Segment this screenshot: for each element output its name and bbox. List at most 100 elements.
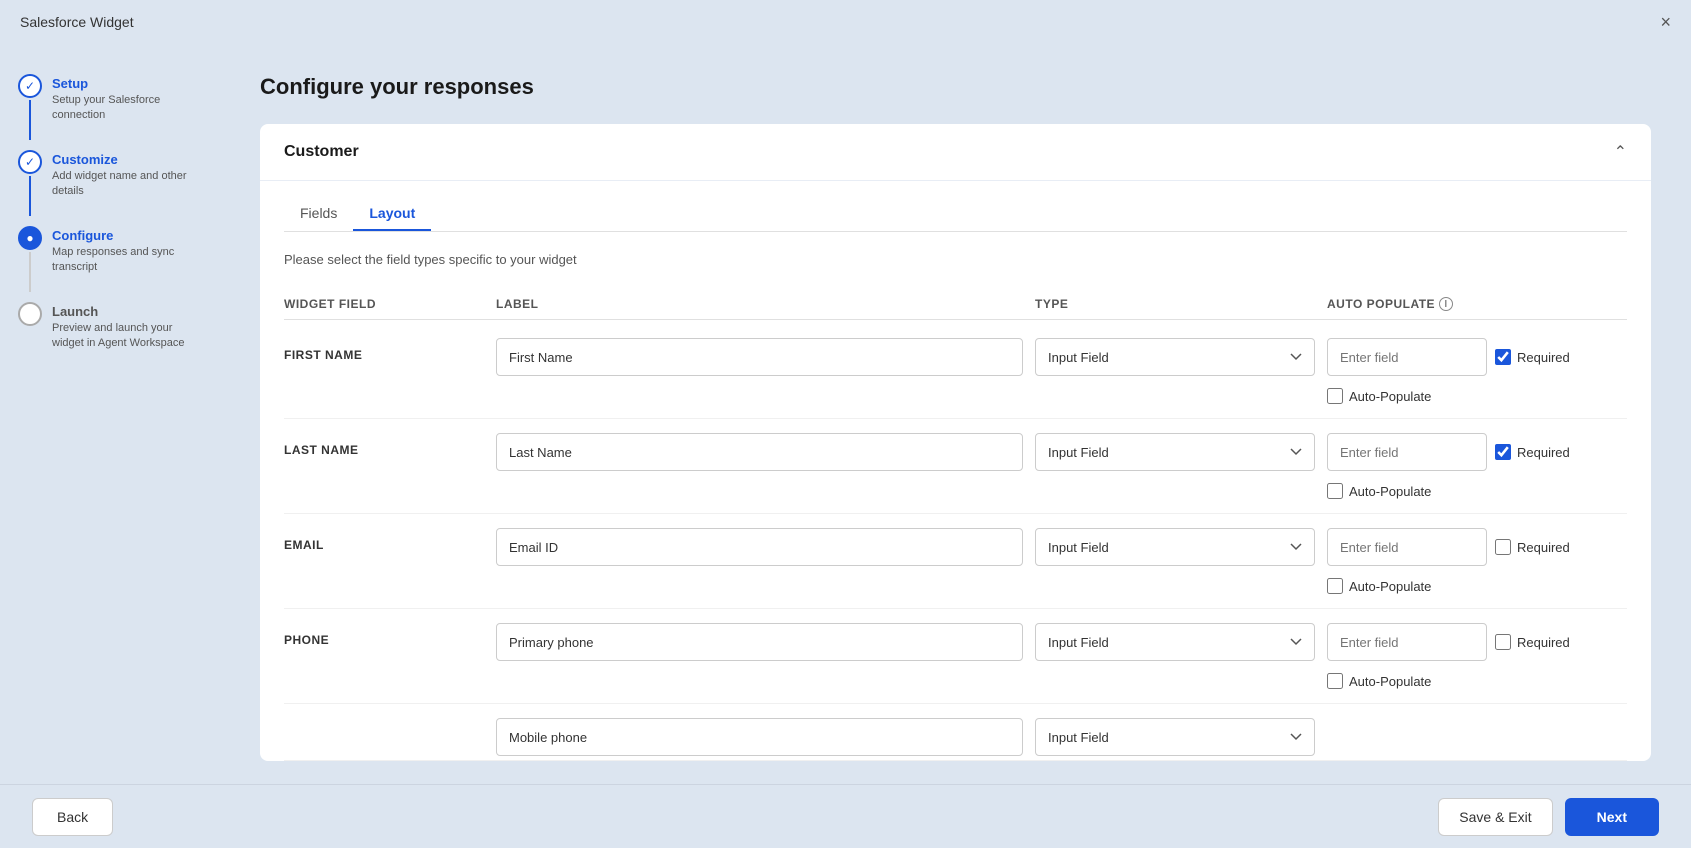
tab-fields[interactable]: Fields xyxy=(284,197,353,231)
step-circle-customize: ✓ xyxy=(18,150,42,174)
next-button[interactable]: Next xyxy=(1565,798,1659,836)
enter-field-row-email: Required xyxy=(1327,528,1627,566)
field-label-input-extra[interactable] xyxy=(496,718,1023,756)
required-checkbox-email[interactable] xyxy=(1495,539,1511,555)
step-circle-setup: ✓ xyxy=(18,74,42,98)
content-area: Configure your responses Customer ⌃ Fiel… xyxy=(220,44,1691,784)
enter-field-input-lastname[interactable] xyxy=(1327,433,1487,471)
required-checkbox-firstname[interactable] xyxy=(1495,349,1511,365)
field-row-email: EMAIL Input Field Dropdown Checkbox Date xyxy=(284,514,1627,609)
card-header: Customer ⌃ xyxy=(260,124,1651,181)
required-row-email: Required xyxy=(1495,539,1570,555)
col-widget-field: Widget field xyxy=(284,297,484,311)
field-label-input-lastname[interactable] xyxy=(496,433,1023,471)
table-header: Widget field Label Type Auto Populate i xyxy=(284,287,1627,320)
enter-field-input-email[interactable] xyxy=(1327,528,1487,566)
sidebar-step-launch: Launch Preview and launch your widget in… xyxy=(20,302,200,352)
required-row-firstname: Required xyxy=(1495,349,1570,365)
enter-field-input-firstname[interactable] xyxy=(1327,338,1487,376)
page-title: Configure your responses xyxy=(260,74,1651,100)
step-title-configure: Configure xyxy=(52,228,200,243)
auto-populate-checkbox-email[interactable] xyxy=(1327,578,1343,594)
fields-table: Widget field Label Type Auto Populate i … xyxy=(284,287,1627,761)
field-type-select-phone[interactable]: Input Field Dropdown Checkbox Date xyxy=(1035,623,1315,661)
field-type-select-extra[interactable]: Input Field xyxy=(1035,718,1315,756)
field-name-email: EMAIL xyxy=(284,528,484,552)
field-label-wrap-extra xyxy=(496,718,1023,756)
auto-populate-cell-lastname: Required Auto-Populate xyxy=(1327,433,1627,499)
enter-field-row-phone: Required xyxy=(1327,623,1627,661)
field-type-wrap-lastname: Input Field Dropdown Checkbox Date xyxy=(1035,433,1315,471)
close-button[interactable]: × xyxy=(1660,13,1671,31)
auto-populate-checkbox-phone[interactable] xyxy=(1327,673,1343,689)
step-line-2 xyxy=(29,176,31,216)
field-name-extra xyxy=(284,718,484,728)
required-label-phone: Required xyxy=(1517,635,1570,650)
required-label-lastname: Required xyxy=(1517,445,1570,460)
instruction-text: Please select the field types specific t… xyxy=(284,252,1627,267)
field-label-input-phone[interactable] xyxy=(496,623,1023,661)
enter-field-row-lastname: Required xyxy=(1327,433,1627,471)
field-row-phone: PHONE Input Field Dropdown Checkbox Date xyxy=(284,609,1627,704)
auto-populate-check-row-lastname: Auto-Populate xyxy=(1327,483,1627,499)
step-circle-launch xyxy=(18,302,42,326)
step-title-setup: Setup xyxy=(52,76,200,91)
required-checkbox-phone[interactable] xyxy=(1495,634,1511,650)
save-exit-button[interactable]: Save & Exit xyxy=(1438,798,1552,836)
col-label: Label xyxy=(496,297,1023,311)
auto-populate-cell-email: Required Auto-Populate xyxy=(1327,528,1627,594)
field-type-wrap-email: Input Field Dropdown Checkbox Date xyxy=(1035,528,1315,566)
field-label-input-firstname[interactable] xyxy=(496,338,1023,376)
step-title-launch: Launch xyxy=(52,304,200,319)
field-label-input-email[interactable] xyxy=(496,528,1023,566)
field-label-wrap-phone xyxy=(496,623,1023,661)
field-type-select-email[interactable]: Input Field Dropdown Checkbox Date xyxy=(1035,528,1315,566)
required-label-email: Required xyxy=(1517,540,1570,555)
field-label-wrap-lastname xyxy=(496,433,1023,471)
auto-populate-checkbox-firstname[interactable] xyxy=(1327,388,1343,404)
auto-populate-checkbox-lastname[interactable] xyxy=(1327,483,1343,499)
auto-populate-info-icon[interactable]: i xyxy=(1439,297,1453,311)
enter-field-input-phone[interactable] xyxy=(1327,623,1487,661)
card-title: Customer xyxy=(284,143,359,161)
field-name-firstname: FIRST NAME xyxy=(284,338,484,362)
required-row-lastname: Required xyxy=(1495,444,1570,460)
field-label-wrap-email xyxy=(496,528,1023,566)
customer-card: Customer ⌃ Fields Layout Please select t… xyxy=(260,124,1651,761)
step-desc-customize: Add widget name and other details xyxy=(52,169,200,200)
auto-populate-check-row-email: Auto-Populate xyxy=(1327,578,1627,594)
field-type-select-lastname[interactable]: Input Field Dropdown Checkbox Date xyxy=(1035,433,1315,471)
auto-populate-check-row-firstname: Auto-Populate xyxy=(1327,388,1627,404)
sidebar-step-configure: ● Configure Map responses and sync trans… xyxy=(20,226,200,294)
step-desc-setup: Setup your Salesforce connection xyxy=(52,93,200,124)
step-title-customize: Customize xyxy=(52,152,200,167)
sidebar-step-setup: ✓ Setup Setup your Salesforce connection xyxy=(20,74,200,142)
step-desc-configure: Map responses and sync transcript xyxy=(52,245,200,276)
required-label-firstname: Required xyxy=(1517,350,1570,365)
tab-layout[interactable]: Layout xyxy=(353,197,431,231)
field-type-select-firstname[interactable]: Input Field Dropdown Checkbox Date xyxy=(1035,338,1315,376)
enter-field-row-firstname: Required xyxy=(1327,338,1627,376)
back-button[interactable]: Back xyxy=(32,798,113,836)
field-name-lastname: LAST NAME xyxy=(284,433,484,457)
field-row-firstname: FIRST NAME Input Field Dropdown Checkbox… xyxy=(284,324,1627,419)
field-row-extra: Input Field xyxy=(284,704,1627,761)
field-type-wrap-phone: Input Field Dropdown Checkbox Date xyxy=(1035,623,1315,661)
field-type-wrap-extra: Input Field xyxy=(1035,718,1315,756)
footer-right: Save & Exit Next xyxy=(1438,798,1659,836)
auto-populate-cell-phone: Required Auto-Populate xyxy=(1327,623,1627,689)
step-line-3 xyxy=(29,252,31,292)
step-circle-configure: ● xyxy=(18,226,42,250)
card-body: Fields Layout Please select the field ty… xyxy=(260,181,1651,761)
field-row-lastname: LAST NAME Input Field Dropdown Checkbox … xyxy=(284,419,1627,514)
step-line-1 xyxy=(29,100,31,140)
tabs-container: Fields Layout xyxy=(284,181,1627,232)
auto-populate-label-email: Auto-Populate xyxy=(1349,579,1431,594)
required-checkbox-lastname[interactable] xyxy=(1495,444,1511,460)
auto-populate-label-lastname: Auto-Populate xyxy=(1349,484,1431,499)
field-label-wrap-firstname xyxy=(496,338,1023,376)
sidebar: ✓ Setup Setup your Salesforce connection… xyxy=(0,44,220,784)
collapse-button[interactable]: ⌃ xyxy=(1614,142,1627,162)
field-type-wrap-firstname: Input Field Dropdown Checkbox Date xyxy=(1035,338,1315,376)
col-auto-populate: Auto Populate i xyxy=(1327,297,1627,311)
